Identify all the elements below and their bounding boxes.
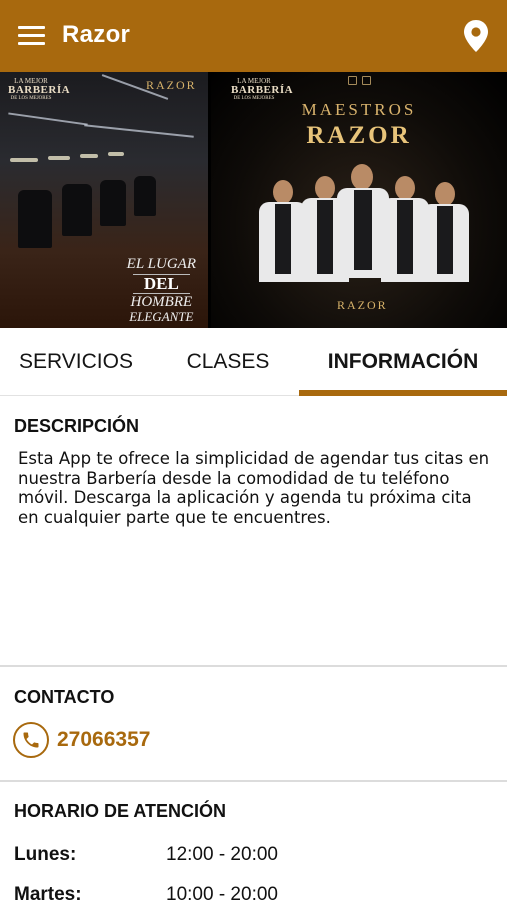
phone-number: 27066357: [57, 728, 151, 751]
contacto-section: CONTACTO 27066357: [0, 667, 507, 780]
location-pin-icon[interactable]: [462, 19, 490, 53]
barber-chair: [62, 184, 92, 236]
descripcion-text: Esta App te ofrece la simplicidad de age…: [18, 449, 490, 527]
maestros-headline: MAESTROS RAZOR: [301, 100, 417, 149]
barberia-logo: LA MEJOR BARBERÍA DE LOS MEJORES: [8, 77, 71, 102]
contacto-title: CONTACTO: [14, 687, 115, 707]
ceiling-light: [8, 112, 88, 126]
tab-bar: SERVICIOS CLASES INFORMACIÓN: [0, 328, 507, 396]
razor-brand-logo: RAZOR: [337, 298, 388, 312]
mirror-light: [80, 154, 98, 158]
carousel-slide-maestros: LA MEJOR BARBERÍA DE LOS MEJORES MAESTRO…: [211, 72, 507, 328]
carousel-slide-shop: LA MEJOR BARBERÍA DE LOS MEJORES RAZOR E…: [0, 72, 208, 328]
facebook-icon: [362, 76, 371, 85]
instagram-icon: [348, 76, 357, 85]
hours-day: Martes:: [14, 884, 82, 900]
descripcion-title: DESCRIPCIÓN: [14, 416, 140, 436]
hours-time: 12:00 - 20:00: [166, 844, 278, 865]
app-title: Razor: [62, 21, 131, 48]
hours-time: 10:00 - 20:00: [166, 884, 278, 900]
barber-chair: [18, 190, 52, 248]
app-bar: Razor: [0, 0, 507, 72]
barberia-logo: LA MEJOR BARBERÍA DE LOS MEJORES: [231, 77, 294, 102]
mirror-light: [48, 156, 70, 160]
hamburger-menu-icon[interactable]: [18, 23, 46, 47]
hours-day: Lunes:: [14, 844, 77, 865]
phone-contact-link[interactable]: 27066357: [13, 721, 150, 759]
mirror-light: [10, 158, 38, 162]
tab-clases[interactable]: CLASES: [152, 328, 304, 396]
mirror-light: [108, 152, 124, 156]
horario-title: HORARIO DE ATENCIÓN: [14, 801, 227, 821]
barber-chair: [134, 176, 156, 216]
horario-section: HORARIO DE ATENCIÓN Lunes: 12:00 - 20:00…: [0, 782, 507, 900]
promo-carousel[interactable]: LA MEJOR BARBERÍA DE LOS MEJORES RAZOR E…: [0, 72, 507, 328]
phone-icon: [13, 722, 49, 758]
descripcion-section: DESCRIPCIÓN Esta App te ofrece la simpli…: [0, 397, 507, 665]
barber-chair: [100, 180, 126, 226]
active-tab-indicator: [299, 390, 507, 396]
tab-informacion[interactable]: INFORMACIÓN: [299, 328, 507, 396]
tagline: EL LUGAR DEL HOMBRE ELEGANTE: [126, 256, 196, 325]
razor-brand-logo: RAZOR: [146, 78, 197, 92]
ceiling-light: [84, 124, 194, 138]
tab-servicios[interactable]: SERVICIOS: [0, 328, 152, 396]
